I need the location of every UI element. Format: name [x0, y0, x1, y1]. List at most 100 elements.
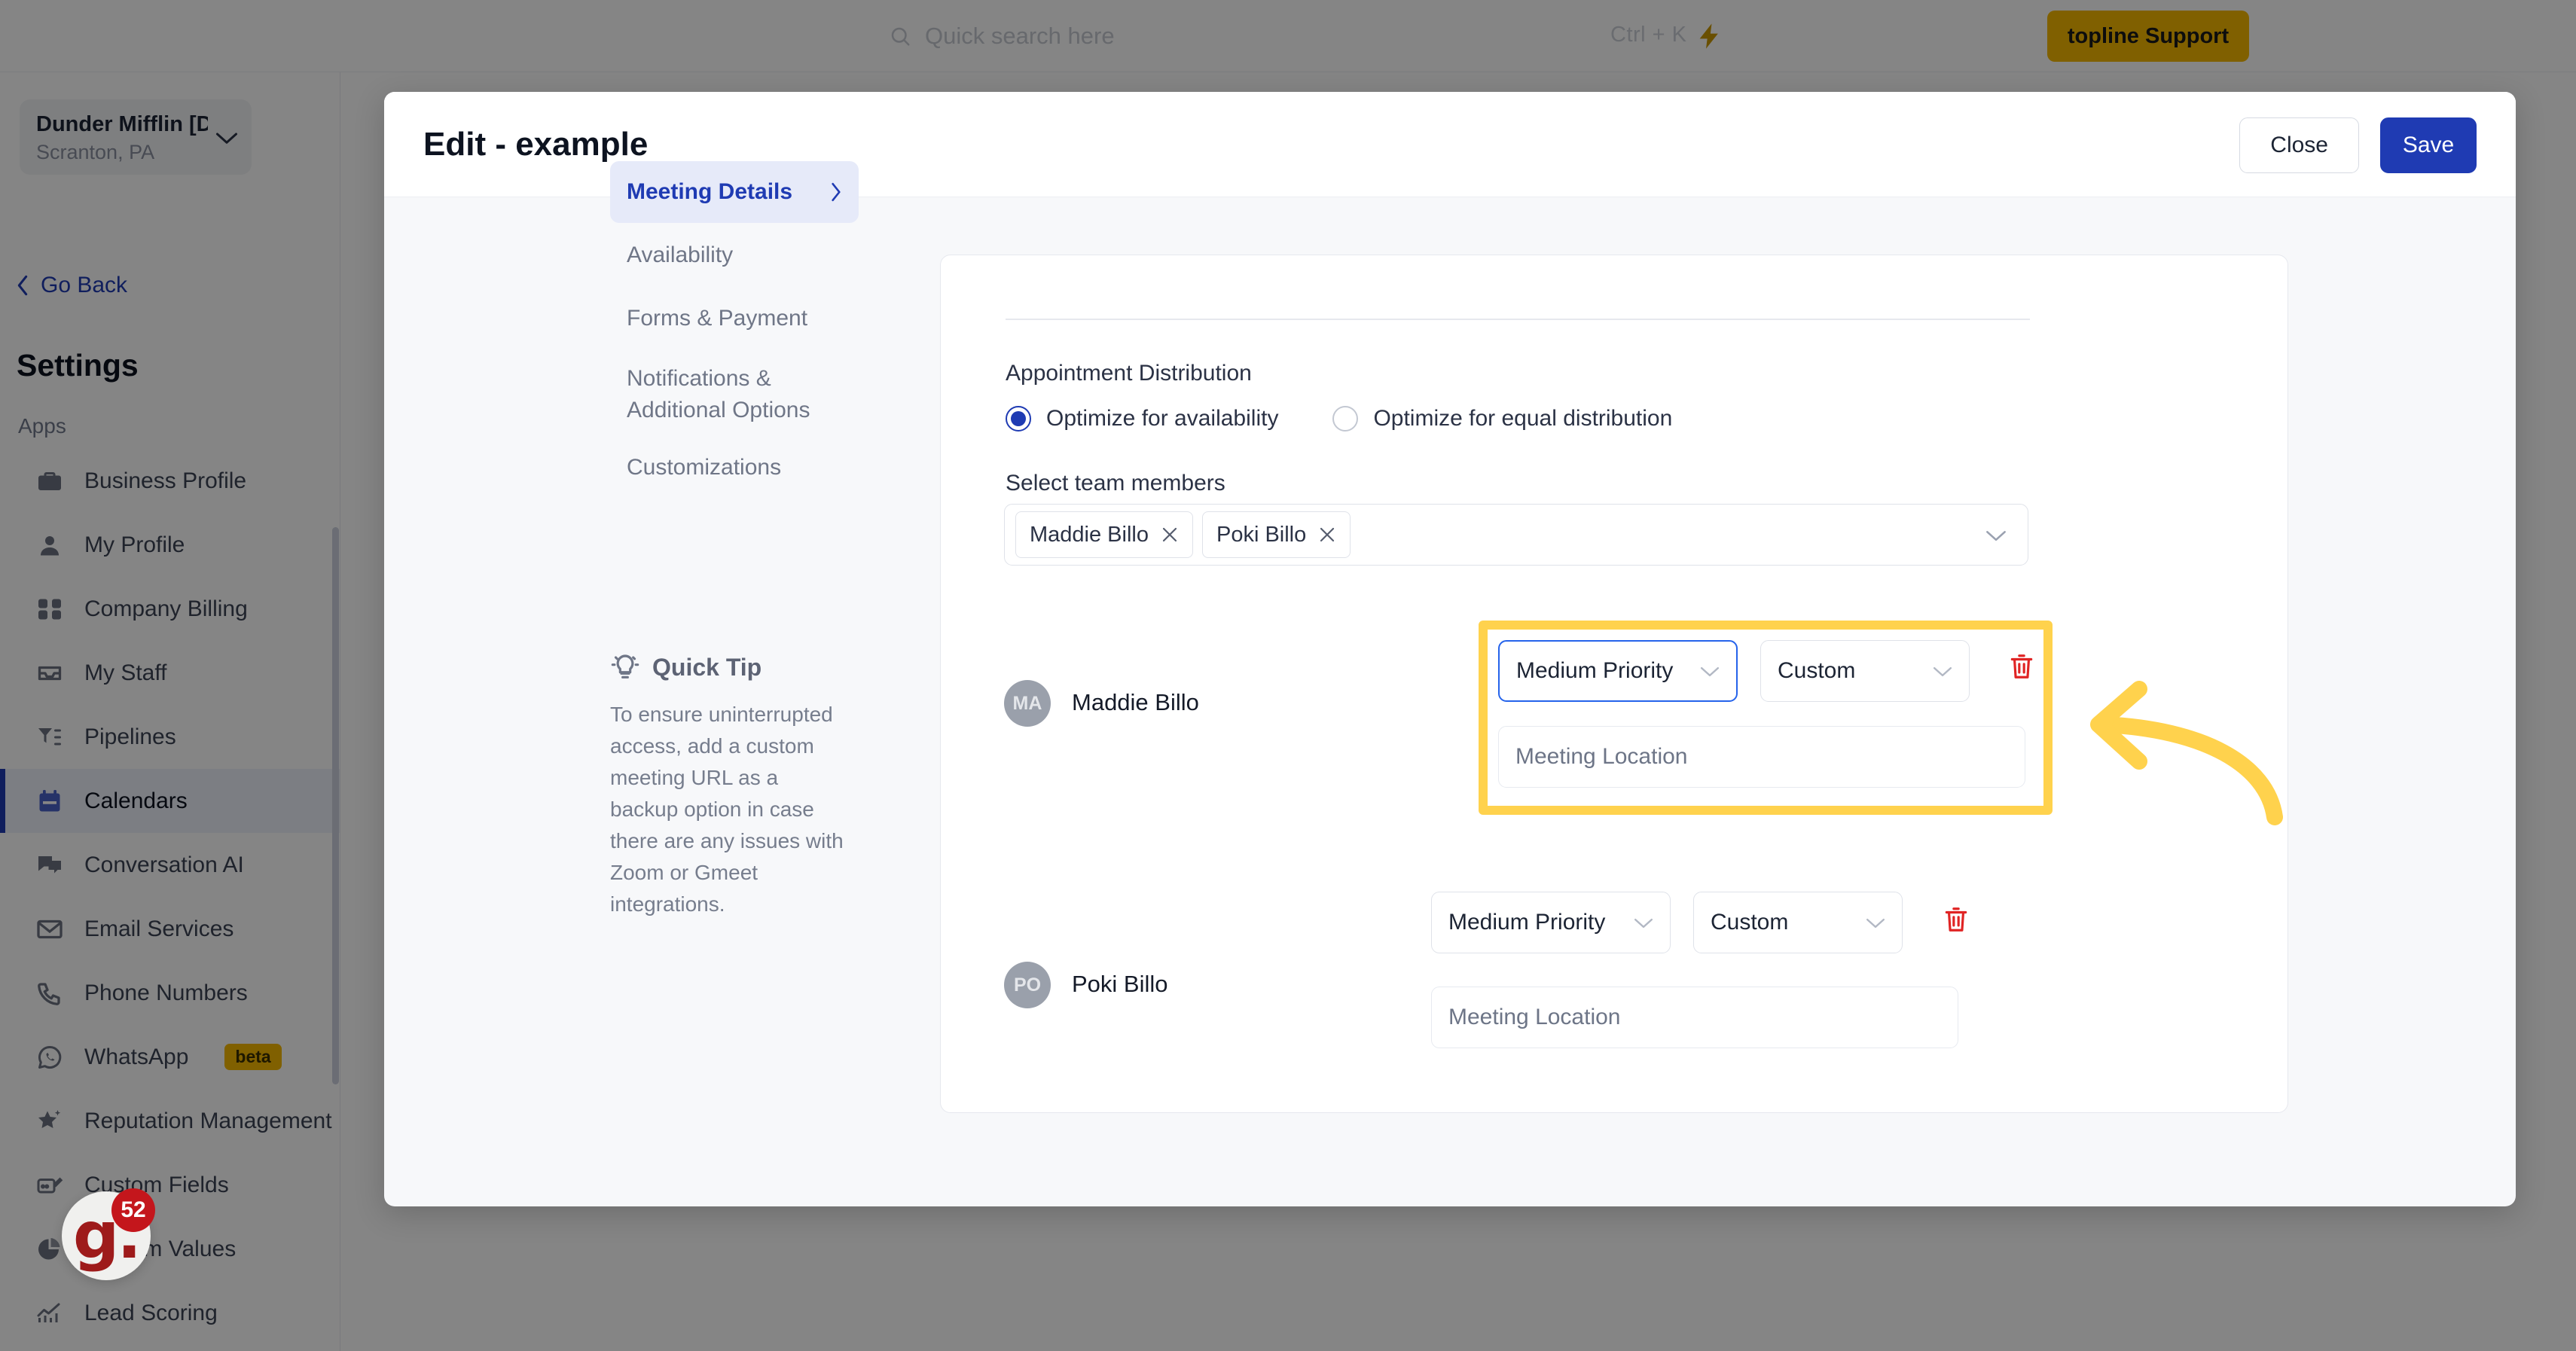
sidebar-item-pipelines[interactable]: Pipelines [0, 705, 340, 769]
close-icon[interactable] [1161, 526, 1179, 544]
sidebar-item-lead-scoring[interactable]: Lead Scoring [0, 1281, 340, 1345]
tab-availability[interactable]: Availability [610, 224, 859, 286]
radio-dot-selected [1006, 406, 1031, 432]
tab-label: Meeting Details [627, 179, 793, 204]
sidebar-item-email-services[interactable]: Email Services [0, 897, 340, 961]
edit-field-icon [37, 1177, 63, 1193]
search-shortcut-hint: Ctrl + K [1610, 23, 1687, 47]
star-sparkle-icon [38, 1109, 61, 1128]
help-chat-widget[interactable]: g. 52 [62, 1188, 155, 1280]
appointment-distribution-label: Appointment Distribution [1006, 361, 1252, 386]
sidebar-item-phone-numbers[interactable]: Phone Numbers [0, 961, 340, 1025]
team-member-chip[interactable]: Poki Billo [1201, 511, 1351, 558]
notification-badge: 52 [111, 1188, 155, 1232]
sidebar-item-label: My Staff [84, 660, 167, 685]
avatar: PO [1004, 962, 1051, 1008]
sidebar-item-conversation-ai[interactable]: Conversation AI [0, 833, 340, 897]
location-switcher[interactable]: Dunder Mifflin [D... Scranton, PA [20, 99, 252, 175]
meeting-location-input[interactable]: Meeting Location [1498, 726, 2025, 788]
envelope-icon [37, 919, 63, 938]
sidebar-item-label: Business Profile [84, 468, 247, 493]
delete-member-button[interactable] [1942, 904, 1970, 935]
sidebar-item-my-staff[interactable]: My Staff [0, 641, 340, 705]
quick-search-input[interactable]: Quick search here [889, 14, 1597, 59]
chip-label: Maddie Billo [1030, 522, 1149, 547]
save-button[interactable]: Save [2380, 117, 2477, 173]
filter-icon [38, 727, 61, 745]
close-button[interactable]: Close [2239, 117, 2359, 173]
delete-member-button[interactable] [2007, 651, 2036, 682]
meeting-type-select[interactable]: Custom [1693, 892, 1903, 953]
team-members-select[interactable]: Maddie Billo Poki Billo [1004, 504, 2028, 566]
lightbulb-icon [611, 654, 639, 679]
chevron-down-icon [1634, 918, 1653, 928]
lightning-bolt-icon[interactable] [1695, 20, 1725, 53]
calendar-icon [39, 789, 60, 811]
meeting-type-select[interactable]: Custom [1760, 640, 1970, 702]
sidebar-item-whatsapp[interactable]: WhatsApp beta [0, 1025, 340, 1089]
beta-badge: beta [224, 1044, 282, 1070]
top-bar: Quick search here Ctrl + K topline Suppo… [0, 0, 2576, 72]
search-icon [891, 27, 910, 46]
chevron-down-icon[interactable] [1985, 529, 2007, 542]
radio-optimize-availability[interactable]: Optimize for availability [1006, 406, 1278, 432]
sidebar-item-reputation-management[interactable]: Reputation Management [0, 1089, 340, 1153]
priority-value: Medium Priority [1516, 658, 1674, 683]
avatar: MA [1004, 680, 1051, 727]
sidebar-scrollbar[interactable] [332, 527, 339, 1084]
sidebar-item-label: Lead Scoring [84, 1300, 218, 1325]
page-title: Settings [17, 348, 139, 383]
sidebar-item-company-billing[interactable]: Company Billing [0, 577, 340, 641]
chevron-down-icon [1700, 666, 1720, 676]
team-member-row: PO Poki Billo [1004, 956, 2217, 1144]
tab-customizations[interactable]: Customizations [610, 437, 859, 499]
quick-tip-body: To ensure uninterrupted access, add a cu… [610, 703, 844, 916]
sidebar-item-label: Email Services [84, 916, 234, 941]
select-team-members-label: Select team members [1006, 471, 1225, 496]
whatsapp-icon [38, 1045, 62, 1069]
tab-label: Availability [627, 242, 734, 267]
priority-select[interactable]: Medium Priority [1498, 640, 1738, 702]
close-icon[interactable] [1318, 526, 1336, 544]
sidebar-item-label: WhatsApp [84, 1044, 189, 1069]
chip-label: Poki Billo [1216, 522, 1307, 547]
meeting-location-input[interactable]: Meeting Location [1431, 987, 1958, 1048]
tab-notifications-additional-options[interactable]: Notifications & Additional Options [610, 351, 859, 435]
go-back-link[interactable]: Go Back [15, 273, 127, 298]
sidebar-item-custom-fields[interactable]: Custom Fields [0, 1153, 340, 1217]
calculator-icon [38, 599, 61, 619]
tab-meeting-details[interactable]: Meeting Details [610, 161, 859, 223]
appointment-distribution-radiogroup: Optimize for availability Optimize for e… [1006, 406, 1672, 432]
sidebar-item-label: Pipelines [84, 724, 176, 749]
chevron-down-icon [1933, 666, 1952, 676]
team-member-chip[interactable]: Maddie Billo [1015, 511, 1193, 558]
quick-tip: Quick Tip To ensure uninterrupted access… [610, 652, 851, 920]
sidebar-item-calendars[interactable]: Calendars [0, 769, 340, 833]
sidebar-group-label: Apps [18, 414, 66, 438]
member-name: Poki Billo [1072, 971, 1168, 997]
sidebar-item-business-profile[interactable]: Business Profile [0, 449, 340, 513]
quick-search-placeholder: Quick search here [925, 23, 1115, 49]
location-name: Dunder Mifflin [D... [36, 112, 208, 136]
radio-label: Optimize for equal distribution [1373, 406, 1673, 431]
sidebar-item-label: Company Billing [84, 596, 248, 621]
tab-label: Forms & Payment [627, 306, 808, 331]
meeting-type-value: Custom [1778, 658, 1856, 683]
highlight-callout: Medium Priority Custom Meeting Location [1479, 621, 2053, 815]
meeting-location-placeholder: Meeting Location [1515, 744, 1688, 769]
sidebar-item-label: Calendars [84, 788, 188, 813]
inbox-icon [38, 666, 62, 680]
sidebar-item-domains[interactable]: Domains [0, 1345, 340, 1351]
radio-dot [1332, 406, 1359, 432]
sidebar-item-custom-values[interactable]: Custom Values [0, 1217, 340, 1281]
radio-optimize-equal-distribution[interactable]: Optimize for equal distribution [1332, 406, 1672, 432]
location-sublabel: Scranton, PA [36, 141, 155, 163]
pie-chart-icon [38, 1237, 60, 1259]
tab-forms-payment[interactable]: Forms & Payment [610, 288, 859, 349]
sidebar-item-label: My Profile [84, 532, 185, 557]
sidebar-item-my-profile[interactable]: My Profile [0, 513, 340, 577]
priority-select[interactable]: Medium Priority [1431, 892, 1671, 953]
member-name: Maddie Billo [1072, 689, 1199, 715]
topline-support-button[interactable]: topline Support [2047, 11, 2249, 62]
briefcase-icon [38, 471, 61, 490]
